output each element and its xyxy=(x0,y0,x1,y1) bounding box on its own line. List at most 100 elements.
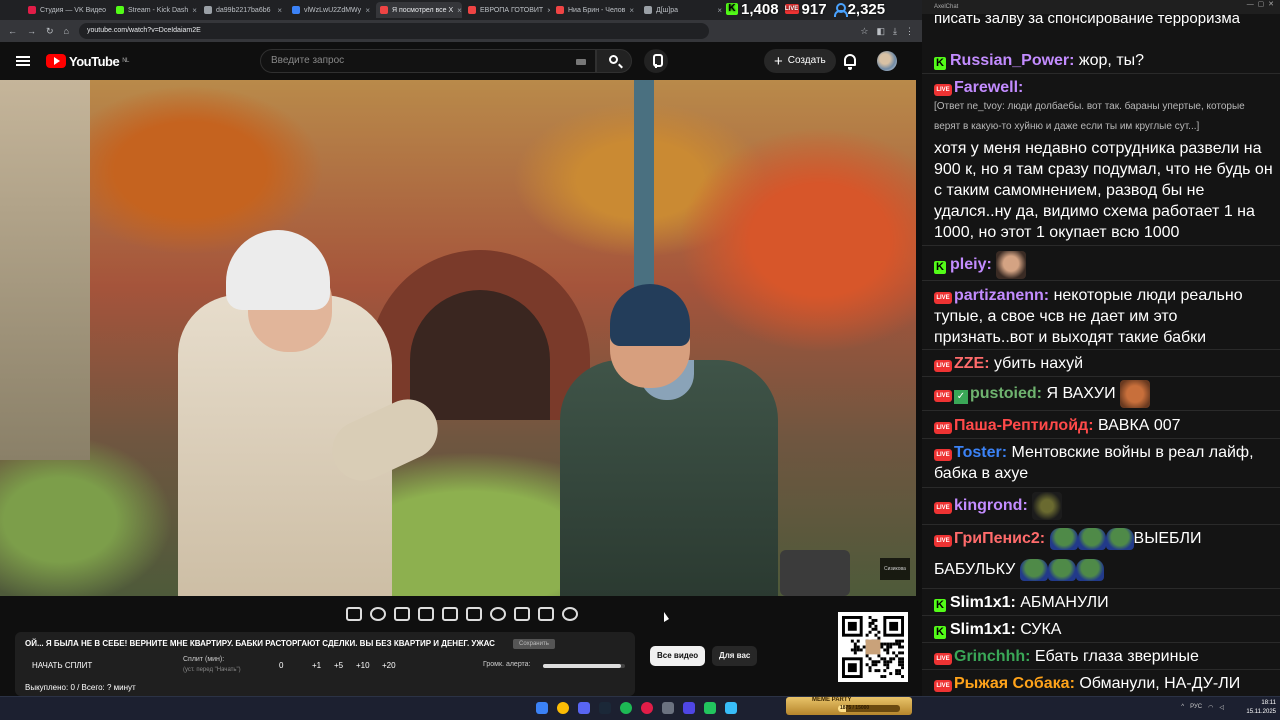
app-icon[interactable] xyxy=(683,702,695,714)
youtube-logo[interactable]: YouTube NL xyxy=(46,54,129,69)
telegram-icon[interactable] xyxy=(725,702,737,714)
browser-tab[interactable]: Ниа Брин - Челов × xyxy=(552,2,638,18)
chat-text: АБМАНУЛИ xyxy=(1015,594,1109,611)
video-player[interactable] xyxy=(0,80,916,596)
pepe-emote-icon xyxy=(1105,528,1134,550)
search-button[interactable] xyxy=(596,49,632,73)
picture-in-picture-icon[interactable] xyxy=(442,607,458,621)
theater-icon[interactable] xyxy=(466,607,482,621)
tab-label: Студия — VK Видео xyxy=(40,6,107,14)
split-value[interactable]: 0 xyxy=(279,661,283,670)
qr-module xyxy=(874,627,878,631)
alert-volume-fill xyxy=(543,664,621,668)
tab-close-icon[interactable]: × xyxy=(629,6,634,15)
start-icon[interactable] xyxy=(536,702,548,714)
qr-module xyxy=(901,675,904,678)
home-icon[interactable]: ⌂ xyxy=(64,26,69,36)
save-button[interactable]: Сохранить xyxy=(513,639,555,649)
tab-close-icon[interactable]: × xyxy=(192,6,197,15)
extension-icon[interactable]: ◧ xyxy=(877,26,886,37)
taskbar: ^ РУС ◠ ◁ 18:11 15.11.2025 xyxy=(0,696,1280,720)
qr-module xyxy=(886,660,890,664)
back-icon[interactable]: ← xyxy=(8,26,17,36)
download-icon[interactable]: ⤓ xyxy=(893,26,897,37)
tab-close-icon[interactable]: × xyxy=(365,6,370,15)
clock[interactable]: 18:11 15.11.2025 xyxy=(1246,699,1276,717)
live-badge-icon: LIVE xyxy=(934,292,952,304)
chat-message: Kpleiy: xyxy=(934,251,1274,279)
search-input[interactable]: Введите запрос xyxy=(260,49,596,73)
avatar[interactable] xyxy=(877,51,897,71)
tab-close-icon[interactable]: × xyxy=(717,6,722,15)
app-icon[interactable] xyxy=(704,702,716,714)
qr-module xyxy=(853,642,857,646)
browser-tab[interactable]: da99b2217ba6b6 × xyxy=(200,2,286,18)
discord-icon[interactable] xyxy=(578,702,590,714)
url-field[interactable]: youtube.com/watch?v=DceIdaiam2E xyxy=(78,23,709,39)
chat-username: Slim1x1: xyxy=(950,594,1016,611)
wifi-icon[interactable]: ◠ xyxy=(1208,704,1213,711)
forward-icon[interactable]: → xyxy=(27,26,36,36)
clip-icon[interactable] xyxy=(418,607,434,621)
increment-20-button[interactable]: +20 xyxy=(382,661,396,670)
qr-module xyxy=(865,639,881,655)
hamburger-menu-icon[interactable] xyxy=(16,56,30,66)
language-indicator[interactable]: РУС xyxy=(1190,704,1202,711)
tab-close-icon[interactable]: × xyxy=(457,6,462,15)
tab-favicon-icon xyxy=(204,6,212,14)
browser-tab[interactable]: Студия — VK Видео× xyxy=(24,2,110,18)
qr-module xyxy=(901,663,904,667)
alert-volume-slider[interactable] xyxy=(543,664,625,668)
chat-window-controls[interactable]: — ▢ ✕ xyxy=(1247,0,1274,8)
increment-1-button[interactable]: +1 xyxy=(312,661,321,670)
divider xyxy=(922,73,1280,74)
spotify-icon[interactable] xyxy=(620,702,632,714)
extensions: ☆ ◧ ⤓ ⋮ xyxy=(860,26,914,37)
voice-search-button[interactable] xyxy=(644,49,668,73)
screen: Студия — VK Видео×Stream - Kick Dash×da9… xyxy=(0,0,1280,720)
broadcast-icon[interactable] xyxy=(370,607,386,621)
queue-icon[interactable] xyxy=(394,607,410,621)
browser-tab[interactable]: vlWzLwU2ZdMWy × xyxy=(288,2,374,18)
menu-dots-icon[interactable]: ⋮ xyxy=(905,26,914,37)
chat-message-continuation: БАБУЛЬКУ xyxy=(934,559,1274,581)
app-icon[interactable] xyxy=(662,702,674,714)
steam-icon[interactable] xyxy=(599,702,611,714)
tab-close-icon[interactable]: × xyxy=(547,6,550,15)
increment-5-button[interactable]: +5 xyxy=(334,661,343,670)
create-button[interactable]: + Создать xyxy=(764,49,836,73)
chat-text: ВАВКА 007 xyxy=(1093,417,1181,434)
loop-icon[interactable] xyxy=(346,607,362,621)
increment-10-button[interactable]: +10 xyxy=(356,661,370,670)
chat-message-cut: писать залву за спонсирование терроризма xyxy=(934,10,1240,27)
chat-reply-quote: [Ответ ne_tvoy: люди долбаебы. вот так. … xyxy=(934,101,1245,132)
volume-icon[interactable]: ◁ xyxy=(1219,704,1224,711)
start-split-button[interactable]: НАЧАТЬ СПЛИТ xyxy=(32,661,92,670)
browser-tab[interactable]: Я посмотрел все Х × xyxy=(376,2,462,18)
notifications-icon[interactable] xyxy=(844,54,856,70)
chrome-icon[interactable] xyxy=(557,702,569,714)
reload-icon[interactable]: ↻ xyxy=(46,26,54,37)
browser-tab[interactable]: Д[ш]ра × xyxy=(640,2,726,18)
qr-module xyxy=(889,657,893,661)
tab-label: Stream - Kick Dash xyxy=(128,6,189,14)
speed-icon[interactable] xyxy=(490,607,506,621)
keyboard-icon[interactable] xyxy=(576,59,586,65)
browser-tab[interactable]: ЕВРОПА ГОТОВИТ × xyxy=(464,2,550,18)
add-icon[interactable] xyxy=(514,607,530,621)
total-viewers: 2,325 xyxy=(833,1,885,18)
tray-chevron-icon[interactable]: ^ xyxy=(1181,704,1184,711)
tab-close-icon[interactable]: × xyxy=(277,6,282,15)
settings-gear-icon[interactable] xyxy=(562,607,578,621)
chip-for-you[interactable]: Для вас xyxy=(712,646,758,666)
obs-icon[interactable] xyxy=(641,702,653,714)
bookmark-icon[interactable]: ☆ xyxy=(860,26,868,37)
qr-module xyxy=(850,639,854,643)
kick-badge-icon: K xyxy=(934,261,946,275)
screenshot-icon[interactable] xyxy=(538,607,554,621)
kick-viewers: K 1,408 xyxy=(726,1,779,18)
chip-all-videos[interactable]: Все видео xyxy=(650,646,706,666)
live-badge-icon: LIVE xyxy=(934,84,952,96)
qr-module xyxy=(862,645,866,649)
browser-tab[interactable]: Stream - Kick Dash × xyxy=(112,2,198,18)
